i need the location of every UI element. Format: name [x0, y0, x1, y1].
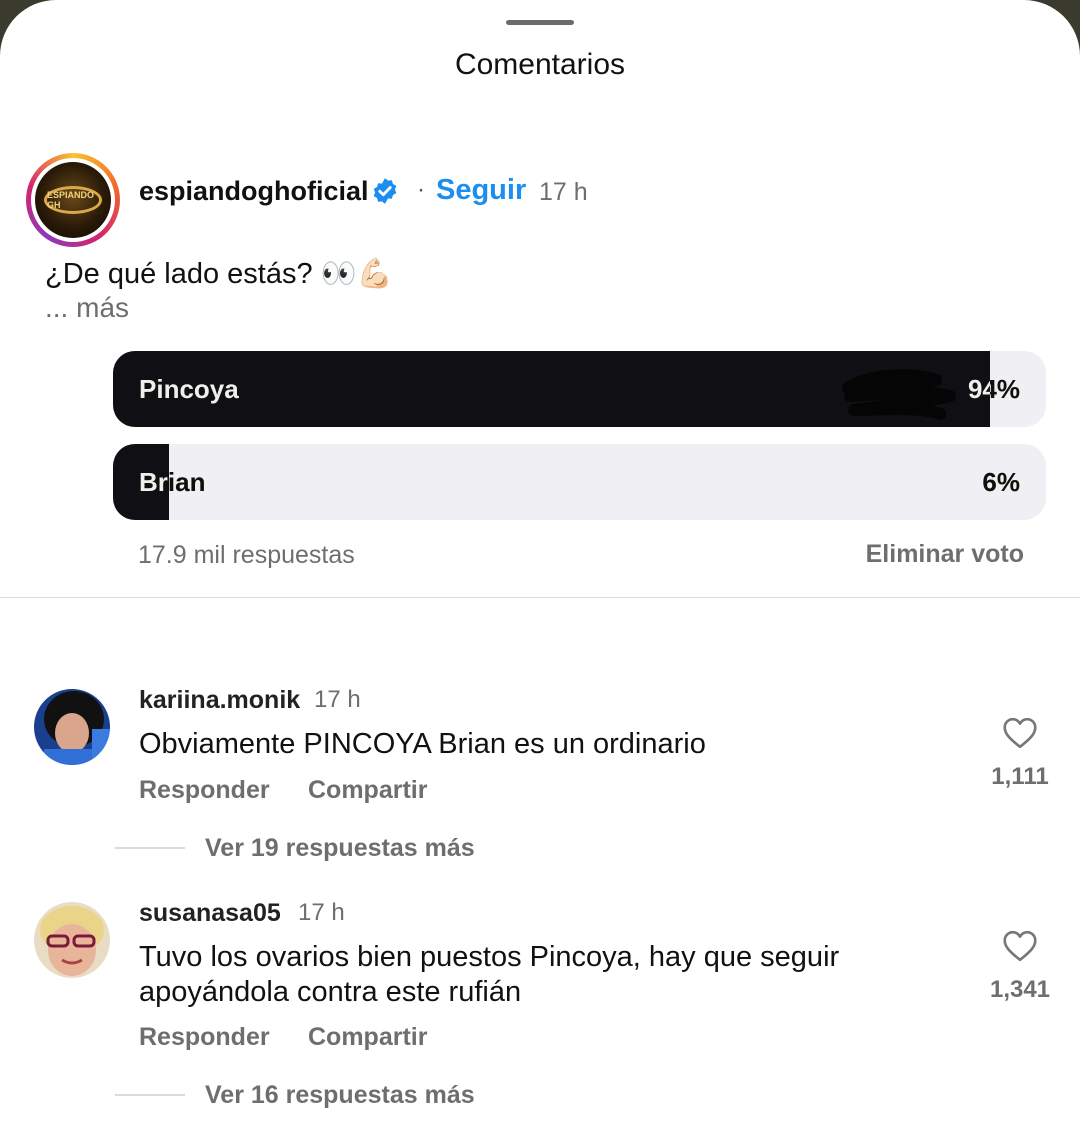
- comment-time: 17 h: [298, 899, 345, 926]
- avatar-photo: [34, 902, 110, 978]
- post-time: 17 h: [539, 178, 588, 206]
- share-button[interactable]: Compartir: [308, 776, 427, 805]
- more-link[interactable]: ... más: [45, 292, 129, 324]
- sheet-title: Comentarios: [454, 48, 626, 81]
- comment-time: 17 h: [314, 686, 361, 713]
- comment-username[interactable]: kariina.monik: [139, 686, 300, 715]
- post-caption: ¿De qué lado estás? 👀💪🏻: [45, 258, 393, 290]
- separator-dot: ·: [417, 176, 425, 203]
- poll-option-label: Brian: [139, 467, 206, 497]
- reply-button[interactable]: Responder: [139, 776, 270, 805]
- comments-sheet: Comentarios ESPIANDO GH espiandoghoficia…: [0, 0, 1080, 1122]
- replies-line: [115, 1094, 185, 1096]
- heart-icon[interactable]: [1002, 717, 1038, 749]
- avatar-photo: [34, 689, 110, 765]
- post-avatar[interactable]: ESPIANDO GH: [26, 153, 120, 247]
- follow-button[interactable]: Seguir: [436, 174, 526, 207]
- logo-text: ESPIANDO GH: [44, 186, 102, 214]
- heart-icon[interactable]: [1002, 930, 1038, 962]
- comment-text: Obviamente PINCOYA Brian es un ordinario: [139, 728, 706, 760]
- drag-handle[interactable]: [506, 20, 574, 25]
- remove-vote-button[interactable]: Eliminar voto: [866, 540, 1024, 569]
- poll-option-brian[interactable]: Brian 6%: [113, 444, 1046, 520]
- redaction-scribble: [842, 369, 956, 420]
- like-count: 1,341: [989, 976, 1051, 1003]
- comment-avatar[interactable]: [34, 902, 110, 978]
- comment-text: Tuvo los ovarios bien puestos Pincoya, h…: [139, 941, 840, 1008]
- like-count: 1,111: [991, 763, 1049, 790]
- poll-response-count: 17.9 mil respuestas: [138, 541, 355, 569]
- reply-button[interactable]: Responder: [139, 1023, 270, 1052]
- view-replies-button[interactable]: Ver 19 respuestas más: [205, 834, 475, 863]
- poll-option-percent: 94%: [967, 374, 1020, 404]
- espiando-gh-logo: ESPIANDO GH: [35, 162, 111, 238]
- comment-avatar[interactable]: [34, 689, 110, 765]
- verified-badge-icon: [373, 178, 397, 204]
- poll-option-label: Pincoya: [139, 374, 239, 404]
- post-username[interactable]: espiandoghoficial: [139, 176, 369, 207]
- poll-option-percent: 6%: [982, 467, 1020, 497]
- share-button[interactable]: Compartir: [308, 1023, 427, 1052]
- comment-username[interactable]: susanasa05: [139, 899, 281, 928]
- divider: [0, 597, 1080, 598]
- view-replies-button[interactable]: Ver 16 respuestas más: [205, 1081, 475, 1110]
- replies-line: [115, 847, 185, 849]
